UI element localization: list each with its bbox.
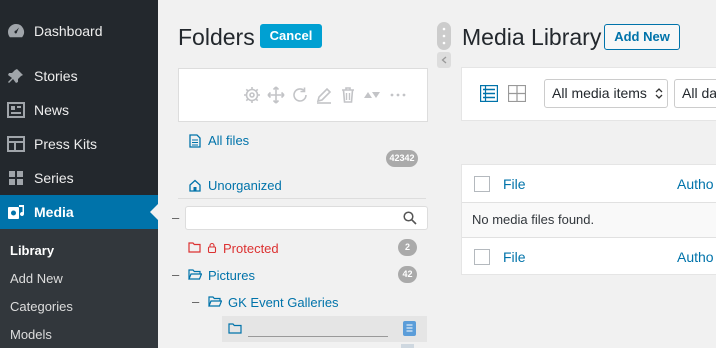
add-new-button[interactable]: Add New <box>604 24 680 50</box>
presskit-icon <box>7 136 25 152</box>
footer-divider <box>462 237 716 238</box>
nav-label: Press Kits <box>34 136 98 152</box>
move-icon[interactable] <box>267 86 285 104</box>
cancel-button[interactable]: Cancel <box>260 24 322 48</box>
media-filters-bar: All media items All da <box>461 67 716 121</box>
search-icon <box>403 211 417 225</box>
collapse-all-toggle[interactable]: – <box>172 210 179 226</box>
folders-panel: Folders Cancel All files 42342 Unorganiz… <box>158 0 435 348</box>
empty-message: No media files found. <box>472 212 595 227</box>
nav-dashboard[interactable]: Dashboard <box>0 14 158 48</box>
home-icon <box>189 179 201 192</box>
all-files-count-badge: 42342 <box>386 150 418 167</box>
media-type-select[interactable]: All media items <box>544 79 668 108</box>
file-column-header[interactable]: File <box>503 176 526 192</box>
folder-toolbar <box>178 68 428 122</box>
folder-search-input[interactable] <box>185 206 428 230</box>
folder-icon <box>188 242 201 253</box>
pictures-count-badge: 42 <box>398 266 417 283</box>
nav-press-kits[interactable]: Press Kits <box>0 127 158 161</box>
news-icon <box>7 102 25 118</box>
media-type-select-value: All media items <box>552 85 647 101</box>
list-view-icon[interactable] <box>480 85 498 102</box>
resize-handle[interactable] <box>437 22 451 50</box>
gk-collapse-toggle[interactable]: – <box>192 294 199 310</box>
author-column-header[interactable]: Autho <box>677 176 714 192</box>
nav-stories[interactable]: Stories <box>0 59 158 93</box>
refresh-icon[interactable] <box>291 86 309 104</box>
all-files-link[interactable]: All files <box>208 133 249 149</box>
nav-label: Dashboard <box>34 23 103 39</box>
submenu-categories[interactable]: Categories <box>10 299 73 315</box>
submenu-models[interactable]: Models <box>10 327 52 343</box>
nav-media[interactable]: Media <box>0 195 158 229</box>
open-folder-icon <box>208 296 222 307</box>
submenu-library[interactable]: Library <box>10 243 54 259</box>
edit-icon[interactable] <box>315 86 333 104</box>
nav-label: Media <box>34 204 74 220</box>
gk-event-folder-link[interactable]: GK Event Galleries <box>228 295 339 311</box>
chevron-left-icon <box>441 56 447 64</box>
media-icon <box>8 205 25 219</box>
protected-count-badge: 2 <box>398 239 417 256</box>
next-row-badge-edge <box>401 344 414 348</box>
file-badge-icon <box>403 321 416 336</box>
tree-divider <box>178 198 426 199</box>
date-filter-select[interactable]: All da <box>674 79 716 108</box>
gear-icon[interactable] <box>243 86 261 104</box>
select-all-checkbox-footer[interactable] <box>474 249 490 265</box>
nav-news[interactable]: News <box>0 93 158 127</box>
folders-title: Folders <box>178 24 255 50</box>
select-arrows-icon <box>655 88 663 99</box>
date-select-value: All da <box>682 85 716 101</box>
pictures-folder-link[interactable]: Pictures <box>208 268 255 284</box>
more-icon[interactable] <box>389 86 407 104</box>
open-folder-icon <box>188 269 202 280</box>
empty-row: No media files found. <box>462 203 716 237</box>
file-column-footer[interactable]: File <box>503 249 526 265</box>
grid-icon <box>9 171 23 185</box>
grip-dots-icon <box>442 27 446 45</box>
selected-folder-row[interactable] <box>222 316 427 342</box>
dashboard-icon <box>8 23 25 38</box>
sort-icon[interactable] <box>363 86 381 104</box>
file-icon <box>189 134 201 148</box>
trash-icon[interactable] <box>339 86 357 104</box>
nav-label: Stories <box>34 68 78 84</box>
unorganized-link[interactable]: Unorganized <box>208 178 282 194</box>
admin-sidebar: Dashboard Stories News Press Kits Series… <box>0 0 158 348</box>
collapse-panel-button[interactable] <box>437 52 451 68</box>
media-table: File Autho No media files found. File Au… <box>461 164 716 275</box>
submenu-add-new[interactable]: Add New <box>10 271 63 287</box>
nav-label: News <box>34 102 70 118</box>
pin-icon <box>8 69 23 83</box>
lock-icon <box>207 242 217 253</box>
select-all-checkbox[interactable] <box>474 176 490 192</box>
author-column-footer[interactable]: Autho <box>677 249 714 265</box>
nav-series[interactable]: Series <box>0 161 158 195</box>
pictures-collapse-toggle[interactable]: – <box>172 267 179 283</box>
folder-icon <box>228 323 242 334</box>
redacted-name-line <box>248 336 388 337</box>
protected-folder-link[interactable]: Protected <box>223 241 279 257</box>
page-title: Media Library <box>462 24 602 50</box>
nav-label: Series <box>34 170 74 186</box>
grid-view-icon[interactable] <box>508 85 526 102</box>
media-library-panel: Media Library Add New All media items Al… <box>453 0 716 348</box>
media-submenu: Library Add New Categories Models <box>0 229 158 348</box>
